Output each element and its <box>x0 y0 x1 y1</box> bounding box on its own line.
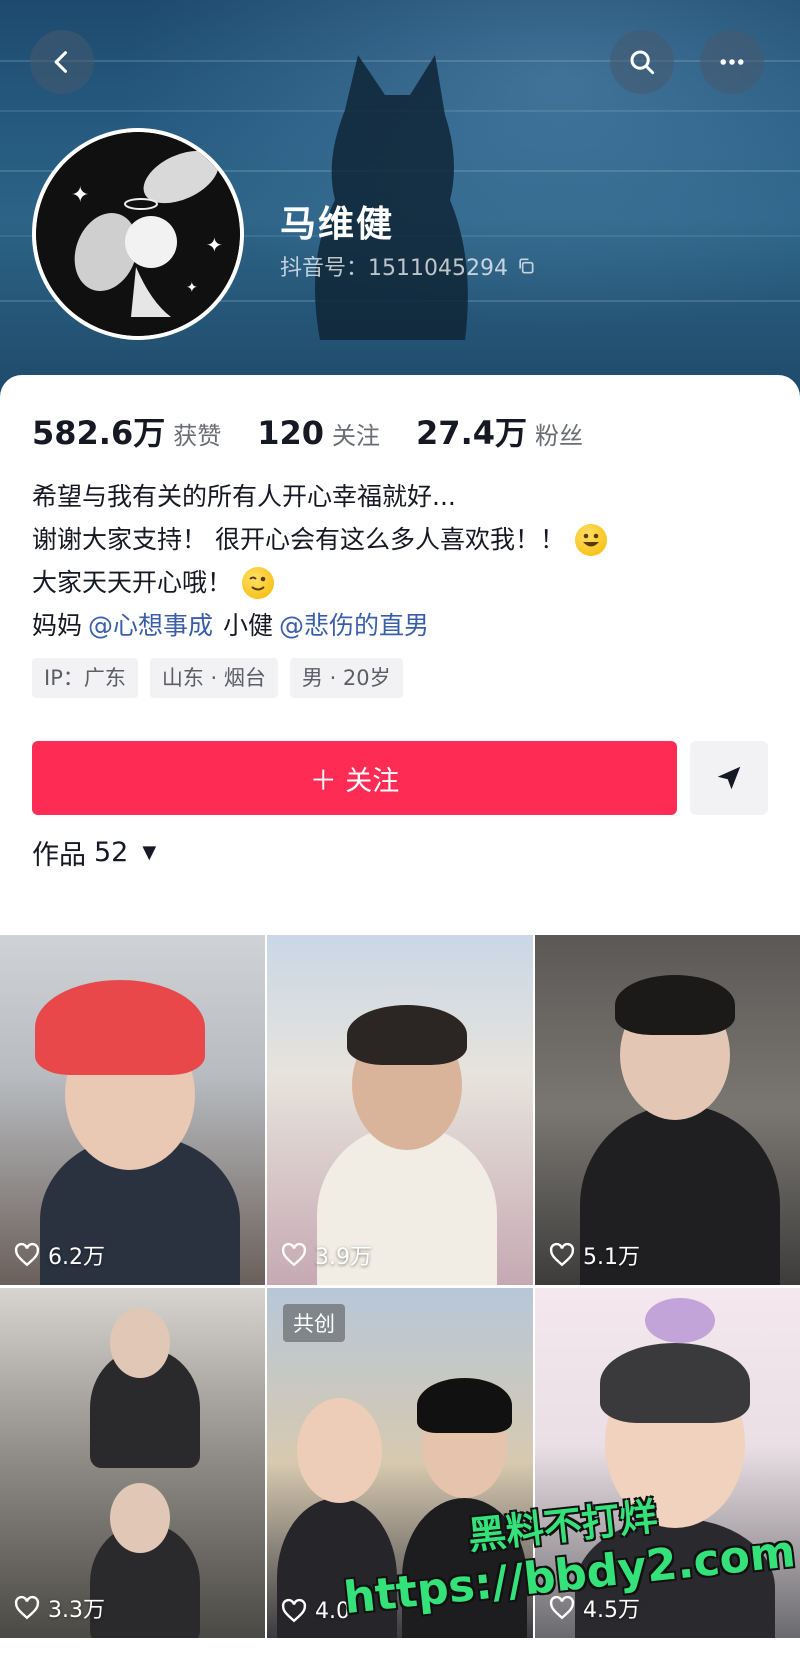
bio-line: 妈妈 @心想事成 小健 @悲伤的直男 <box>32 604 772 647</box>
back-button[interactable] <box>30 30 94 94</box>
stat-label: 关注 <box>332 422 381 450</box>
search-button[interactable] <box>610 30 674 94</box>
stats-row: 582.6万 获赞 120 关注 27.4万 粉丝 <box>32 408 619 454</box>
copy-icon <box>519 258 534 274</box>
svg-text:✦: ✦ <box>71 183 89 208</box>
more-button[interactable] <box>700 30 764 94</box>
more-dots-icon <box>720 59 744 65</box>
mention-link[interactable]: @心想事成 <box>88 604 213 647</box>
heart-icon <box>281 1598 307 1623</box>
svg-text:✦: ✦ <box>206 233 223 257</box>
send-icon <box>717 766 741 790</box>
profile-name: 马维健 <box>280 204 395 245</box>
likes-counter: 5.1万 <box>549 1239 640 1271</box>
profile-tags: IP：广东 山东 · 烟台 男 · 20岁 <box>32 658 403 698</box>
share-button[interactable] <box>690 741 768 815</box>
likes-counter: 3.3万 <box>14 1592 105 1624</box>
works-count: 52 <box>94 837 129 868</box>
stat-value: 582.6万 <box>32 414 166 452</box>
follow-button[interactable]: ＋ 关注 <box>32 741 677 815</box>
heart-icon <box>14 1595 40 1620</box>
follow-label: ＋ 关注 <box>309 765 400 797</box>
likes-counter: 3.9万 <box>281 1239 372 1271</box>
bio-line: 谢谢大家支持！ 很开心会有这么多人喜欢我！！ <box>32 518 772 561</box>
search-icon <box>630 50 655 75</box>
svg-text:✦: ✦ <box>186 280 198 296</box>
stat-likes[interactable]: 582.6万 获赞 <box>32 408 221 454</box>
chevron-left-icon <box>54 51 68 73</box>
angel-avatar-illustration: ✦ ✦ ✦ <box>36 132 240 336</box>
stat-value: 27.4万 <box>416 414 527 452</box>
stat-value: 120 <box>257 414 325 452</box>
stat-label: 获赞 <box>173 422 222 450</box>
bio-line: 大家天天开心哦！ <box>32 561 772 604</box>
works-label: 作品 <box>32 840 86 871</box>
bio-text: 希望与我有关的所有人开心幸福就好... <box>32 482 456 511</box>
works-tab[interactable]: 作品 52 ▼ <box>32 833 156 872</box>
bio-text: 妈妈 <box>32 611 83 640</box>
douyin-id[interactable]: 抖音号：1511045294 <box>280 250 536 282</box>
video-thumbnail[interactable]: 3.3万 <box>0 1288 265 1638</box>
bio-text: 大家天天开心哦！ <box>32 568 233 597</box>
likes-count: 5.1万 <box>583 1245 640 1270</box>
likes-count: 3.3万 <box>48 1598 105 1623</box>
likes-counter: 6.2万 <box>14 1239 105 1271</box>
tag-ip: IP：广东 <box>32 658 138 698</box>
heart-icon <box>549 1242 575 1267</box>
tag-gender-age: 男 · 20岁 <box>289 658 403 698</box>
wink-emoji-icon <box>242 566 275 599</box>
likes-counter: 4.0 <box>281 1598 350 1624</box>
heart-icon <box>281 1242 307 1267</box>
likes-count: 6.2万 <box>48 1245 105 1270</box>
bio: 希望与我有关的所有人开心幸福就好... 谢谢大家支持！ 很开心会有这么多人喜欢我… <box>32 475 772 647</box>
mention-link[interactable]: @悲伤的直男 <box>279 604 429 647</box>
heart-icon <box>14 1242 40 1267</box>
caret-down-icon: ▼ <box>142 842 157 863</box>
video-thumbnail[interactable]: 6.2万 <box>0 935 265 1285</box>
profile-banner: ✦ ✦ ✦ 马维健 抖音号：1511045294 <box>0 0 800 400</box>
bio-text: 小健 <box>223 611 274 640</box>
stat-label: 粉丝 <box>535 422 583 450</box>
stat-following[interactable]: 120 关注 <box>257 414 380 452</box>
smile-emoji-icon <box>574 523 607 556</box>
avatar[interactable]: ✦ ✦ ✦ <box>32 128 244 340</box>
video-thumbnail[interactable]: 5.1万 <box>535 935 800 1285</box>
collab-badge: 共创 <box>283 1304 345 1342</box>
video-thumbnail[interactable]: 3.9万 <box>267 935 533 1285</box>
stat-followers[interactable]: 27.4万 粉丝 <box>416 408 583 454</box>
likes-count: 3.9万 <box>315 1245 372 1270</box>
bio-line: 希望与我有关的所有人开心幸福就好... <box>32 475 772 518</box>
douyin-id-text: 抖音号：1511045294 <box>280 256 508 281</box>
tag-location: 山东 · 烟台 <box>149 658 278 698</box>
bio-text: 谢谢大家支持！ 很开心会有这么多人喜欢我！！ <box>32 525 565 554</box>
